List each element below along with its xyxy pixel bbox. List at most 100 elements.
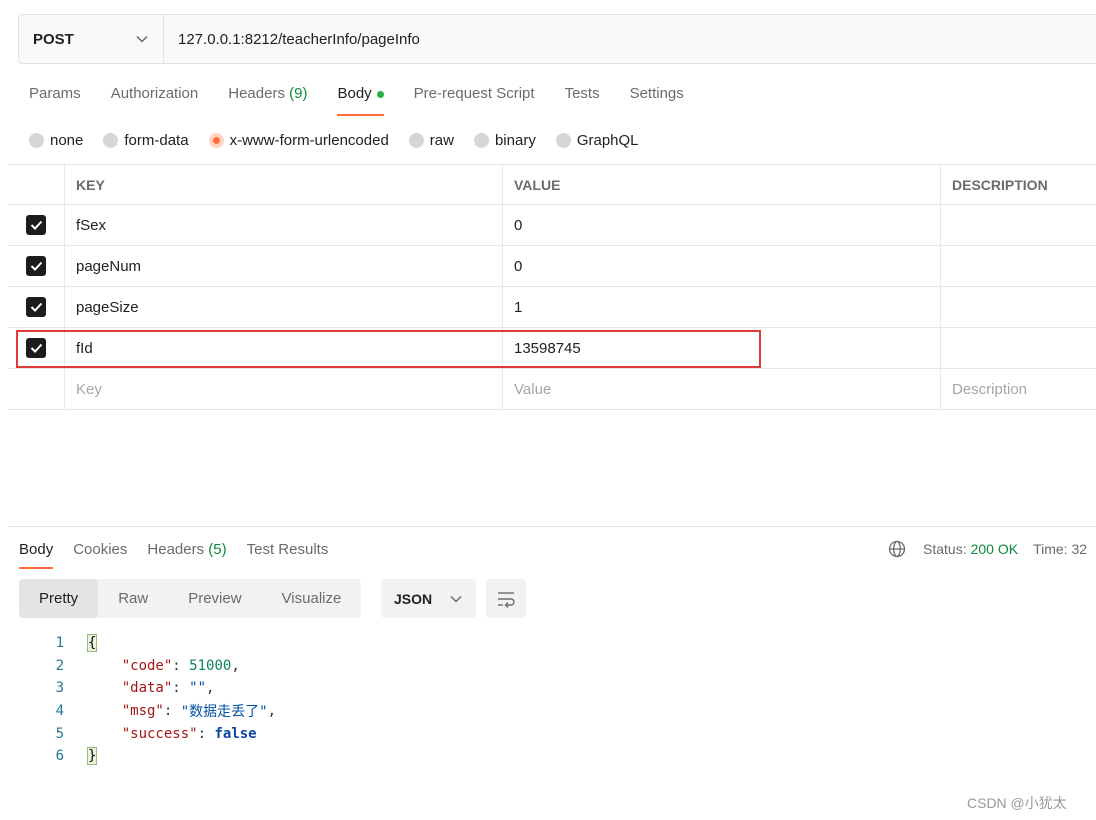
check-cell: [8, 287, 65, 327]
response-tab-cookies[interactable]: Cookies: [73, 538, 127, 569]
body-type-raw[interactable]: raw: [408, 132, 454, 149]
body-type-graphql[interactable]: GraphQL: [555, 132, 639, 149]
json-key: "msg": [121, 703, 164, 720]
description-cell[interactable]: [941, 205, 1096, 245]
json-value: 51000: [189, 657, 232, 674]
radio-label: none: [50, 131, 84, 149]
view-raw[interactable]: Raw: [98, 579, 168, 618]
response-tab-body[interactable]: Body: [19, 538, 54, 569]
body-type-none[interactable]: none: [29, 132, 83, 149]
wrap-lines-button[interactable]: [486, 579, 526, 618]
code-line: 3 "data": "",: [40, 677, 276, 700]
body-type-selector: none form-data x-www-form-urlencoded raw…: [29, 128, 659, 152]
tab-body[interactable]: Body: [337, 82, 384, 116]
value-input[interactable]: Value: [503, 369, 941, 409]
checkmark-icon: [30, 343, 42, 353]
key-cell[interactable]: fId: [65, 328, 503, 368]
tab-count: (9): [289, 85, 308, 102]
table-row: pageNum 0: [8, 246, 1096, 287]
table-row-new: Key Value Description: [8, 369, 1096, 410]
tab-pre-request-script[interactable]: Pre-request Script: [414, 82, 535, 116]
globe-icon[interactable]: [888, 540, 906, 558]
response-tab-test-results[interactable]: Test Results: [247, 538, 329, 569]
header-key: KEY: [65, 165, 503, 204]
key-input[interactable]: Key: [65, 369, 503, 409]
view-preview[interactable]: Preview: [168, 579, 261, 618]
request-bar: POST 127.0.0.1:8212/teacherInfo/pageInfo: [18, 14, 1096, 64]
line-number: 5: [55, 725, 64, 742]
tab-tests[interactable]: Tests: [565, 82, 600, 116]
description-input[interactable]: Description: [941, 369, 1096, 409]
json-key: "success": [121, 725, 198, 742]
open-brace: {: [86, 634, 98, 653]
value-cell[interactable]: 1: [503, 287, 941, 327]
checkbox[interactable]: [26, 215, 46, 235]
line-number: 6: [55, 748, 64, 765]
json-key: "data": [121, 680, 173, 697]
close-brace: }: [86, 747, 98, 766]
body-type-urlencoded[interactable]: x-www-form-urlencoded: [208, 131, 389, 149]
radio-label: x-www-form-urlencoded: [229, 131, 389, 149]
table-header: KEY VALUE DESCRIPTION: [8, 164, 1096, 205]
url-input[interactable]: 127.0.0.1:8212/teacherInfo/pageInfo: [164, 31, 420, 48]
tab-label: Settings: [629, 85, 684, 102]
json-sep: :: [197, 725, 215, 742]
format-select[interactable]: JSON: [381, 579, 476, 618]
description-cell[interactable]: [941, 328, 1096, 368]
value-cell[interactable]: 0: [503, 205, 941, 245]
code-line: 4 "msg": "数据走丢了",: [40, 700, 276, 723]
json-value: "数据走丢了": [180, 704, 268, 721]
code-line: 1{: [40, 632, 276, 655]
tab-label: Params: [29, 85, 81, 102]
table-row: pageSize 1: [8, 287, 1096, 328]
key-cell[interactable]: pageSize: [65, 287, 503, 327]
check-cell: [8, 205, 65, 245]
tab-label: Headers: [228, 85, 285, 102]
json-sep: :: [172, 657, 190, 674]
radio-icon: [555, 132, 571, 148]
format-label: JSON: [394, 590, 433, 607]
key-cell[interactable]: pageNum: [65, 246, 503, 286]
tab-headers[interactable]: Headers (9): [228, 82, 307, 116]
checkbox[interactable]: [26, 297, 46, 317]
status-value[interactable]: 200 OK: [971, 541, 1018, 557]
method-label: POST: [33, 30, 74, 48]
radio-label: binary: [494, 131, 536, 149]
json-comma: ,: [206, 680, 215, 697]
response-tab-headers[interactable]: Headers (5): [147, 538, 226, 569]
response-tabs: Body Cookies Headers (5) Test Results: [19, 538, 348, 569]
checkbox[interactable]: [26, 338, 46, 358]
body-type-binary[interactable]: binary: [473, 131, 536, 149]
json-value: "": [189, 680, 207, 697]
view-pretty[interactable]: Pretty: [19, 579, 99, 618]
view-mode-selector: Pretty Raw Preview Visualize: [19, 579, 362, 618]
body-type-form-data[interactable]: form-data: [103, 132, 189, 149]
tab-params[interactable]: Params: [29, 82, 81, 116]
tab-label: Cookies: [73, 541, 128, 558]
watermark: CSDN @小犹太: [967, 795, 1067, 811]
checkbox[interactable]: [26, 256, 46, 276]
checkmark-icon: [30, 302, 42, 312]
description-cell[interactable]: [941, 287, 1096, 327]
tab-label: Pre-request Script: [413, 85, 535, 102]
key-cell[interactable]: fSex: [65, 205, 503, 245]
header-check-cell: [8, 165, 65, 204]
line-number: 2: [55, 657, 64, 674]
value-cell[interactable]: 0: [503, 246, 941, 286]
radio-selected-icon: [208, 132, 224, 148]
tab-settings[interactable]: Settings: [630, 82, 684, 116]
view-visualize[interactable]: Visualize: [262, 579, 362, 618]
value-cell[interactable]: 13598745: [503, 328, 941, 368]
radio-icon: [103, 132, 119, 148]
json-sep: :: [163, 703, 181, 720]
check-cell: [8, 369, 65, 409]
response-status: Status: 200 OK Time: 32: [888, 538, 1087, 560]
method-select[interactable]: POST: [19, 15, 164, 63]
tab-authorization[interactable]: Authorization: [111, 82, 199, 116]
description-cell[interactable]: [941, 246, 1096, 286]
tab-label: Body: [337, 85, 372, 102]
json-comma: ,: [267, 703, 277, 720]
tab-label: Tests: [564, 85, 600, 102]
radio-icon: [473, 132, 489, 148]
tab-count: (5): [208, 541, 227, 558]
